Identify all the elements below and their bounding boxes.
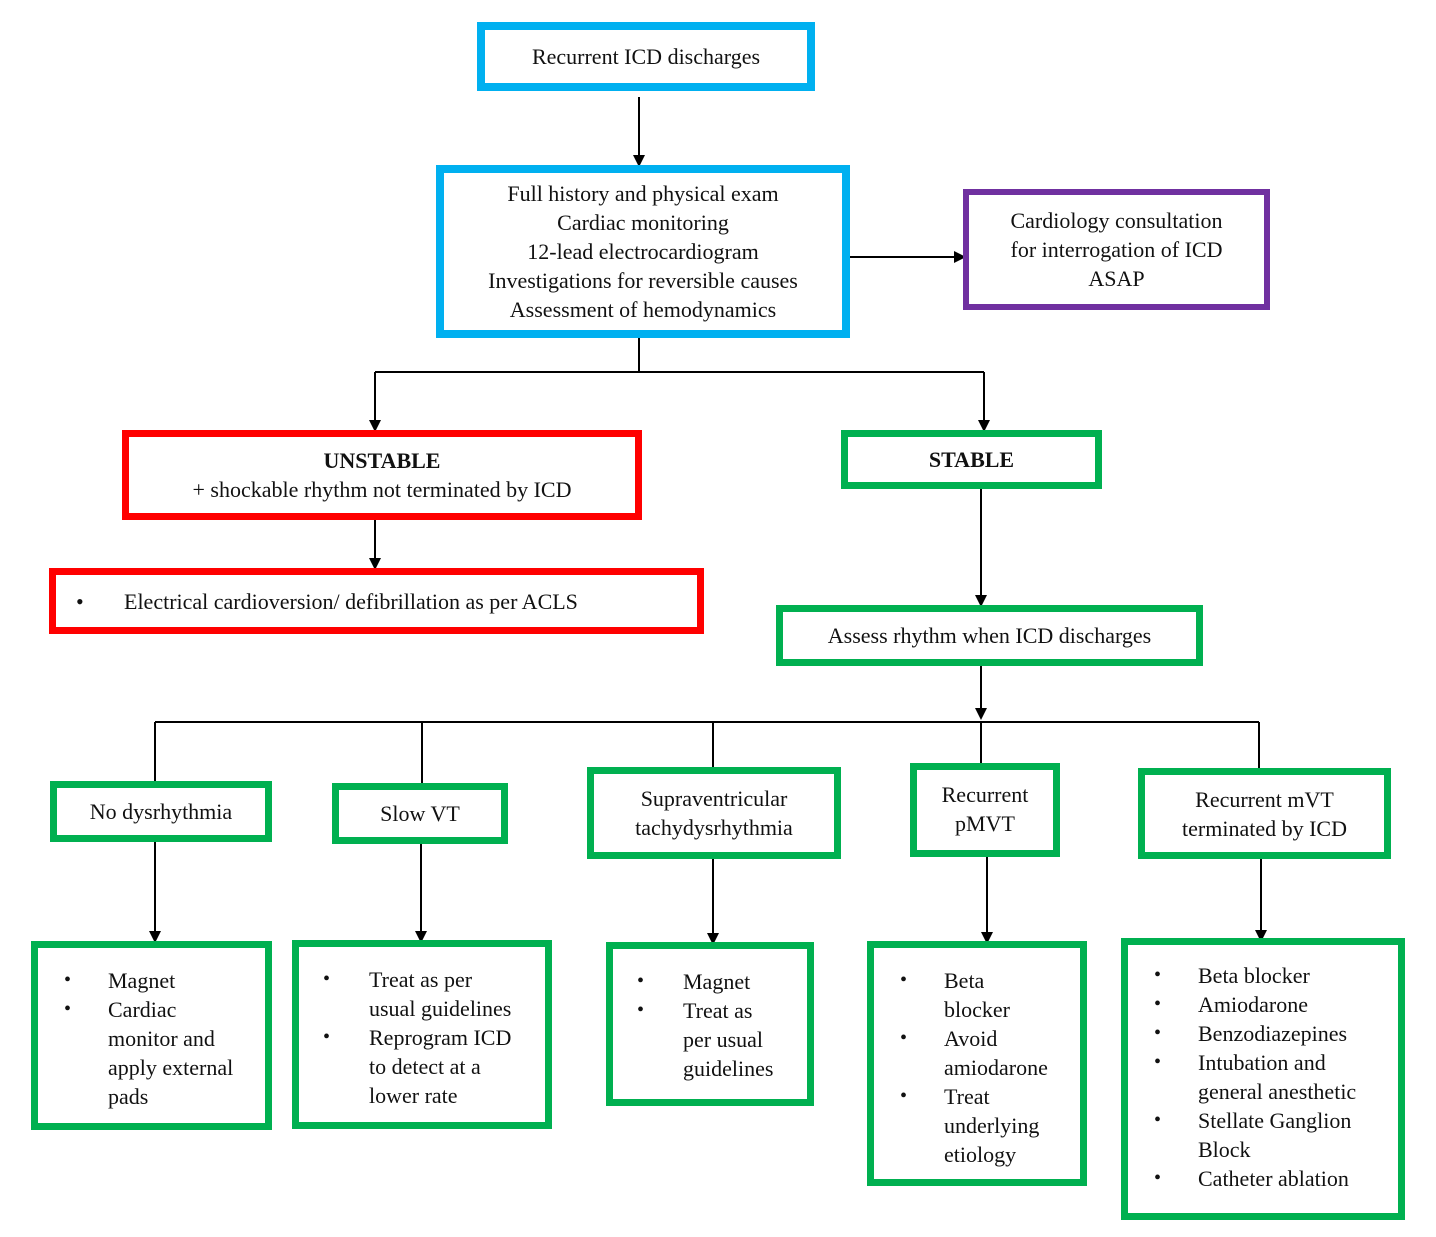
consult-node: Cardiology consultation for interrogatio…: [963, 189, 1270, 310]
bullet-icon: •: [1154, 1051, 1162, 1073]
bullet-icon: •: [1154, 993, 1162, 1015]
bullet-icon: •: [64, 998, 72, 1020]
bullet-icon: •: [1154, 1109, 1162, 1131]
bullet-icon: •: [637, 999, 645, 1021]
bullet-icon: •: [637, 970, 645, 992]
assessment-line: Investigations for reversible causes: [488, 268, 798, 293]
bullet-icon: •: [1154, 1022, 1162, 1044]
stable-node: STABLE: [841, 430, 1102, 489]
branch-slow-vt: Slow VT: [332, 783, 508, 844]
branch-pmvt: Recurrent pMVT: [910, 763, 1060, 857]
assessment-line: Assessment of hemodynamics: [509, 297, 777, 322]
unstable-node: UNSTABLE + shockable rhythm not terminat…: [122, 430, 642, 520]
assess-rhythm-node: Assess rhythm when ICD discharges: [776, 605, 1203, 666]
assessment-node: Full history and physical exam Cardiac m…: [436, 165, 850, 338]
bullet-icon: •: [323, 1026, 331, 1048]
bullet-icon: •: [64, 969, 72, 991]
bullet-icon: •: [76, 588, 84, 614]
actions-slow-vt: • Treat as per usual guidelines • Reprogram…: [292, 940, 552, 1129]
actions-no-dysrhythmia: • Magnet • Cardiac monitor and apply externa…: [31, 941, 272, 1130]
bullet-icon: •: [900, 969, 908, 991]
assessment-line: Full history and physical exam: [507, 181, 779, 206]
actions-svt: • Magnet • Treat as per usual guidelines: [606, 942, 814, 1106]
bullet-icon: •: [1154, 964, 1162, 986]
actions-mvt: • Beta blocker • Amiodarone • Benzodiazepin…: [1121, 938, 1405, 1220]
branch-svt: Supraventricular tachydysrhythmia: [587, 767, 841, 859]
branch-no-dysrhythmia: No dysrhythmia: [50, 781, 272, 842]
assessment-line: 12-lead electrocardiogram: [527, 239, 759, 264]
bullet-icon: •: [900, 1027, 908, 1049]
unstable-subtitle: + shockable rhythm not terminated by ICD: [192, 477, 572, 502]
start-node: Recurrent ICD discharges: [477, 22, 815, 91]
branch-mvt: Recurrent mVT terminated by ICD: [1138, 768, 1391, 859]
actions-pmvt: • Beta blocker • Avoid amiodarone • Treat unde…: [867, 941, 1087, 1186]
assessment-line: Cardiac monitoring: [557, 210, 729, 235]
bullet-icon: •: [1154, 1167, 1162, 1189]
unstable-action-node: • Electrical cardioversion/ defibrillati…: [49, 568, 704, 634]
unstable-title: UNSTABLE: [323, 448, 441, 473]
bullet-icon: •: [900, 1085, 908, 1107]
bullet-icon: •: [323, 968, 331, 990]
